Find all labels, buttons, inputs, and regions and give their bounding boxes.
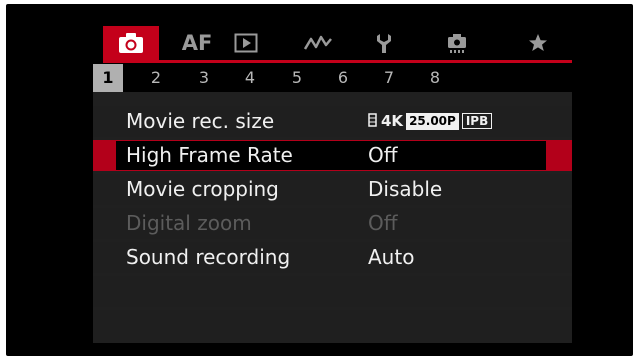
- page-2[interactable]: 2: [145, 64, 167, 92]
- compression-badge: IPB: [461, 113, 493, 129]
- tab-custom-functions[interactable]: [437, 28, 477, 58]
- menu-item-value: Off: [368, 143, 398, 167]
- tab-af-label: AF: [181, 31, 213, 55]
- tab-my-menu[interactable]: [520, 28, 556, 58]
- tab-af[interactable]: AF: [177, 28, 217, 58]
- menu-item-value: Disable: [368, 177, 443, 201]
- custom-camera-icon: [448, 34, 466, 53]
- menu-item-movie-cropping[interactable]: Movie cropping Disable: [93, 174, 572, 205]
- menu-item-label: Movie cropping: [126, 177, 279, 201]
- menu-item-label: Sound recording: [126, 245, 291, 269]
- wrench-icon: [377, 34, 391, 53]
- menu-item-high-frame-rate[interactable]: High Frame Rate Off: [93, 140, 572, 171]
- menu-item-label: Digital zoom: [126, 211, 252, 235]
- tab-bar: AF: [93, 20, 572, 64]
- playback-icon: [234, 33, 258, 53]
- star-icon: [529, 34, 547, 51]
- resolution-value: 4K: [381, 112, 404, 130]
- menu-item-empty-2: [93, 310, 572, 343]
- camera-screen: AF 1 2 3 4 5 6 7 8 Movie rec. size 4K 25…: [6, 4, 633, 356]
- camera-icon: [119, 33, 143, 53]
- tab-playback[interactable]: [228, 28, 264, 58]
- page-6[interactable]: 6: [332, 64, 354, 92]
- tab-camera[interactable]: [103, 26, 159, 60]
- menu-item-value: Off: [368, 211, 398, 235]
- menu-item-digital-zoom: Digital zoom Off: [93, 208, 572, 239]
- page-5[interactable]: 5: [286, 64, 308, 92]
- page-1[interactable]: 1: [93, 64, 123, 92]
- menu-item-empty-1: [93, 276, 572, 307]
- menu-panel: AF 1 2 3 4 5 6 7 8 Movie rec. size 4K 25…: [93, 20, 572, 343]
- framerate-badge: 25.00P: [406, 112, 459, 130]
- frame-size-icon: [368, 113, 377, 127]
- menu-item-value: Auto: [368, 245, 415, 269]
- wireless-icon: [303, 35, 332, 50]
- tab-wireless[interactable]: [298, 28, 338, 58]
- page-8[interactable]: 8: [424, 64, 446, 92]
- menu-item-label: High Frame Rate: [126, 143, 293, 167]
- page-tabs: 1 2 3 4 5 6 7 8: [93, 64, 572, 92]
- page-4[interactable]: 4: [239, 64, 261, 92]
- tab-underline: [103, 60, 572, 63]
- menu-item-label: Movie rec. size: [126, 109, 275, 133]
- movie-rec-size-value: 4K 25.00P IPB: [368, 112, 493, 130]
- menu-item-sound-recording[interactable]: Sound recording Auto: [93, 242, 572, 273]
- menu-item-movie-rec-size[interactable]: Movie rec. size 4K 25.00P IPB: [93, 106, 572, 137]
- tab-setup[interactable]: [368, 28, 404, 58]
- page-7[interactable]: 7: [378, 64, 400, 92]
- page-3[interactable]: 3: [193, 64, 215, 92]
